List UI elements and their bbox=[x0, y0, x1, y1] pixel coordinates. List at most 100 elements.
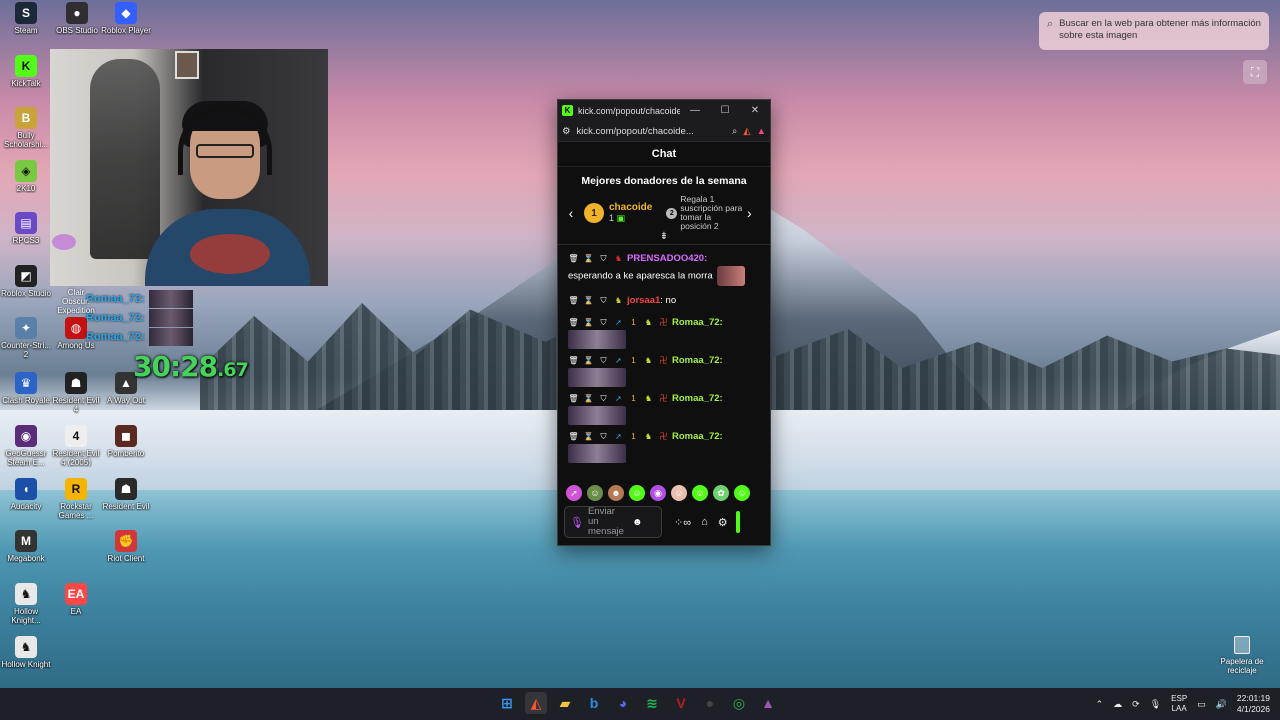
chat-input[interactable]: 🎙 Enviar un mensaje ☻ bbox=[564, 506, 662, 538]
triangle-app-icon[interactable]: ▲ bbox=[757, 692, 779, 714]
maximize-button[interactable]: ☐ bbox=[710, 105, 740, 116]
popup-titlebar[interactable]: K kick.com/popout/chacoide/... — ☐ ✕ bbox=[558, 100, 770, 121]
chrome-icon[interactable]: ◎ bbox=[728, 692, 750, 714]
desktop-icon-hollow-knight-2[interactable]: ♞ Hollow Knight bbox=[0, 636, 52, 669]
desktop-icon-2k10[interactable]: ◈ 2K10 bbox=[0, 160, 52, 193]
badge-icon: ♞ bbox=[644, 431, 653, 441]
badge-icon: ⌛ bbox=[583, 295, 594, 305]
desktop-icon-obs[interactable]: ● OBS Studio bbox=[51, 2, 103, 35]
desktop-icon-clash-royale[interactable]: ♛ Clash Royale bbox=[0, 372, 52, 405]
sync-icon[interactable]: ⟳ bbox=[1132, 699, 1140, 710]
badge-icon: ⛉ bbox=[600, 431, 607, 441]
chat-message[interactable]: 🗑 ⌛ ⛉ ➚ 1 ♞ 卍 Romaa_72: bbox=[558, 391, 770, 425]
points-icon[interactable]: ⁘∞ bbox=[674, 516, 691, 529]
desktop-icon-ea[interactable]: EA EA bbox=[50, 583, 102, 616]
brave-icon[interactable]: ◭ bbox=[525, 692, 547, 714]
desktop-icon-megabonk[interactable]: M Megabonk bbox=[0, 530, 52, 563]
store-icon[interactable]: ⌂ bbox=[701, 516, 708, 528]
bing-icon[interactable]: b bbox=[583, 692, 605, 714]
desktop-icon-roblox-studio[interactable]: ◩ Roblox Studio bbox=[0, 265, 52, 298]
chat-pinned-toggle[interactable]: ⇟ bbox=[558, 231, 770, 245]
chat-input-row: 🎙 Enviar un mensaje ☻ ⁘∞ ⌂ ⚙ bbox=[564, 505, 769, 539]
popup-url[interactable]: kick.com/popout/chacoide... bbox=[577, 126, 726, 137]
desktop-icon-rockstar[interactable]: R Rockstar Games ... bbox=[50, 478, 102, 520]
network-icon[interactable]: ▭ bbox=[1197, 699, 1206, 710]
emote-kick[interactable]: ☺ bbox=[629, 485, 645, 501]
top-donor[interactable]: chacoide 1 ▣ bbox=[609, 202, 652, 224]
chevron-up-icon[interactable]: ⌃ bbox=[1096, 699, 1104, 710]
zoom-icon[interactable]: ⌕ bbox=[732, 126, 737, 137]
folder-icon[interactable]: ▰ bbox=[554, 692, 576, 714]
lens-scan-button[interactable]: ⛶ bbox=[1243, 60, 1267, 84]
discord-icon[interactable]: ◕ bbox=[612, 692, 634, 714]
volume-icon[interactable]: 🔊 bbox=[1216, 699, 1227, 710]
language-indicator[interactable]: ESP LAA bbox=[1171, 694, 1187, 714]
emote-blob[interactable]: ☺ bbox=[734, 485, 750, 501]
chevron-right-icon[interactable]: › bbox=[742, 205, 756, 221]
timer-ms: .67 bbox=[217, 359, 249, 381]
emote-rocket[interactable]: ➚ bbox=[566, 485, 582, 501]
desktop-icon-counter-strike[interactable]: ✦ Counter-Stri... 2 bbox=[0, 317, 52, 359]
pin-toggle-icon: ⇟ bbox=[659, 231, 669, 242]
chat-username[interactable]: Romaa_72: bbox=[672, 317, 723, 328]
popup-urlbar[interactable]: ⚙ kick.com/popout/chacoide... ⌕ ◭ ▲ bbox=[558, 121, 770, 142]
minimize-button[interactable]: — bbox=[680, 105, 710, 116]
emote-person[interactable]: ☺ bbox=[671, 485, 687, 501]
desktop-icon-roblox-player[interactable]: ◆ Roblox Player bbox=[100, 2, 152, 35]
microphone-tray-icon[interactable]: 🎙 bbox=[1150, 699, 1161, 710]
desktop-icon-resident-evil[interactable]: ☗ Resident Evil bbox=[100, 478, 152, 511]
desktop-icon-riot[interactable]: ✊ Riot Client bbox=[100, 530, 152, 563]
desktop-icon-hollow-knight-1[interactable]: ♞ Hollow Knight... bbox=[0, 583, 52, 625]
onedrive-icon[interactable]: ☁ bbox=[1113, 699, 1122, 710]
chat-username[interactable]: Romaa_72: bbox=[672, 431, 723, 442]
desktop-icon-bully[interactable]: B Bully Scholarshi... bbox=[0, 107, 52, 149]
lens-tooltip[interactable]: ⌕ Buscar en la web para obtener más info… bbox=[1039, 12, 1269, 50]
desktop-icon-steam[interactable]: S Steam bbox=[0, 2, 52, 35]
emote-ghost[interactable]: ✿ bbox=[713, 485, 729, 501]
site-settings-icon[interactable]: ⚙ bbox=[562, 126, 571, 137]
desktop-icon-geoguessr[interactable]: ◉ GeoGuessr Steam E... bbox=[0, 425, 52, 467]
badge-icon: 1 bbox=[631, 431, 636, 441]
voicemeeter-icon[interactable]: V bbox=[670, 692, 692, 714]
desktop-icon-label: Resident Evil 4 bbox=[52, 396, 100, 414]
brave-rewards-icon[interactable]: ▲ bbox=[757, 126, 766, 137]
clock[interactable]: 22:01:19 4/1/2026 bbox=[1237, 693, 1270, 715]
desktop-icon-label: Megabonk bbox=[7, 554, 45, 563]
chat-username[interactable]: Romaa_72: bbox=[672, 355, 723, 366]
chat-message[interactable]: 🗑 ⌛ ⛉ ➚ 1 ♞ 卍 Romaa_72: bbox=[558, 315, 770, 349]
desktop-icon-re4[interactable]: ☗ Resident Evil 4 bbox=[50, 372, 102, 414]
chat-message[interactable]: 🗑 ⌛ ⛉ ♞ jorsaa1: no bbox=[558, 293, 770, 308]
chevron-left-icon[interactable]: ‹ bbox=[564, 205, 578, 221]
chat-message[interactable]: 🗑 ⌛ ⛉ ➚ 1 ♞ 卍 Romaa_72: bbox=[558, 353, 770, 387]
emote-frog[interactable]: ☺ bbox=[587, 485, 603, 501]
close-button[interactable]: ✕ bbox=[740, 105, 770, 116]
settings-gear-icon[interactable]: ⚙ bbox=[718, 516, 728, 529]
badge-icon: ⛉ bbox=[600, 393, 607, 403]
send-button[interactable] bbox=[735, 511, 740, 533]
chat-username[interactable]: jorsaa1 bbox=[627, 295, 660, 306]
chat-username[interactable]: PRENSADOO420: bbox=[627, 253, 707, 264]
overlay-thumbnail bbox=[148, 328, 193, 346]
kicktalk-icon: K bbox=[15, 55, 37, 77]
emote-picker-icon[interactable]: ☻ bbox=[632, 517, 643, 528]
brave-shield-icon[interactable]: ◭ bbox=[743, 126, 750, 137]
desktop-icon-pomberito[interactable]: ◼ Pomberito bbox=[100, 425, 152, 458]
desktop-icon-audacity[interactable]: ◖ Audacity bbox=[0, 478, 52, 511]
recycle-bin-icon bbox=[1234, 636, 1250, 654]
emote-eyes[interactable]: ◉ bbox=[650, 485, 666, 501]
desktop-icon-rpcs3[interactable]: ▤ RPCS3 bbox=[0, 212, 52, 245]
windows-start-icon[interactable]: ⊞ bbox=[496, 692, 518, 714]
desktop-icon-re4-2005[interactable]: 4 Resident Evil 4 (2005) bbox=[50, 425, 102, 467]
chat-message[interactable]: 🗑 ⌛ ⛉ ➚ 1 ♞ 卍 Romaa_72: bbox=[558, 429, 770, 463]
microphone-icon[interactable]: 🎙 bbox=[570, 516, 584, 529]
chat-username[interactable]: Romaa_72: bbox=[672, 393, 723, 404]
emote-green[interactable]: ☺ bbox=[692, 485, 708, 501]
desktop-icon-kicktalk[interactable]: K KickTalk bbox=[0, 55, 52, 88]
desktop-icon-label: Audacity bbox=[10, 502, 42, 511]
spotify-icon[interactable]: ≋ bbox=[641, 692, 663, 714]
chat-message[interactable]: 🗑 ⌛ ⛉ ♞ PRENSADOO420: esperando a ke aparesc… bbox=[558, 251, 770, 286]
obs-icon[interactable]: ● bbox=[699, 692, 721, 714]
emote-face[interactable]: ☻ bbox=[608, 485, 624, 501]
game-icon: ◈ bbox=[15, 160, 37, 182]
recycle-bin[interactable]: Papelera de reciclaje bbox=[1216, 636, 1268, 675]
